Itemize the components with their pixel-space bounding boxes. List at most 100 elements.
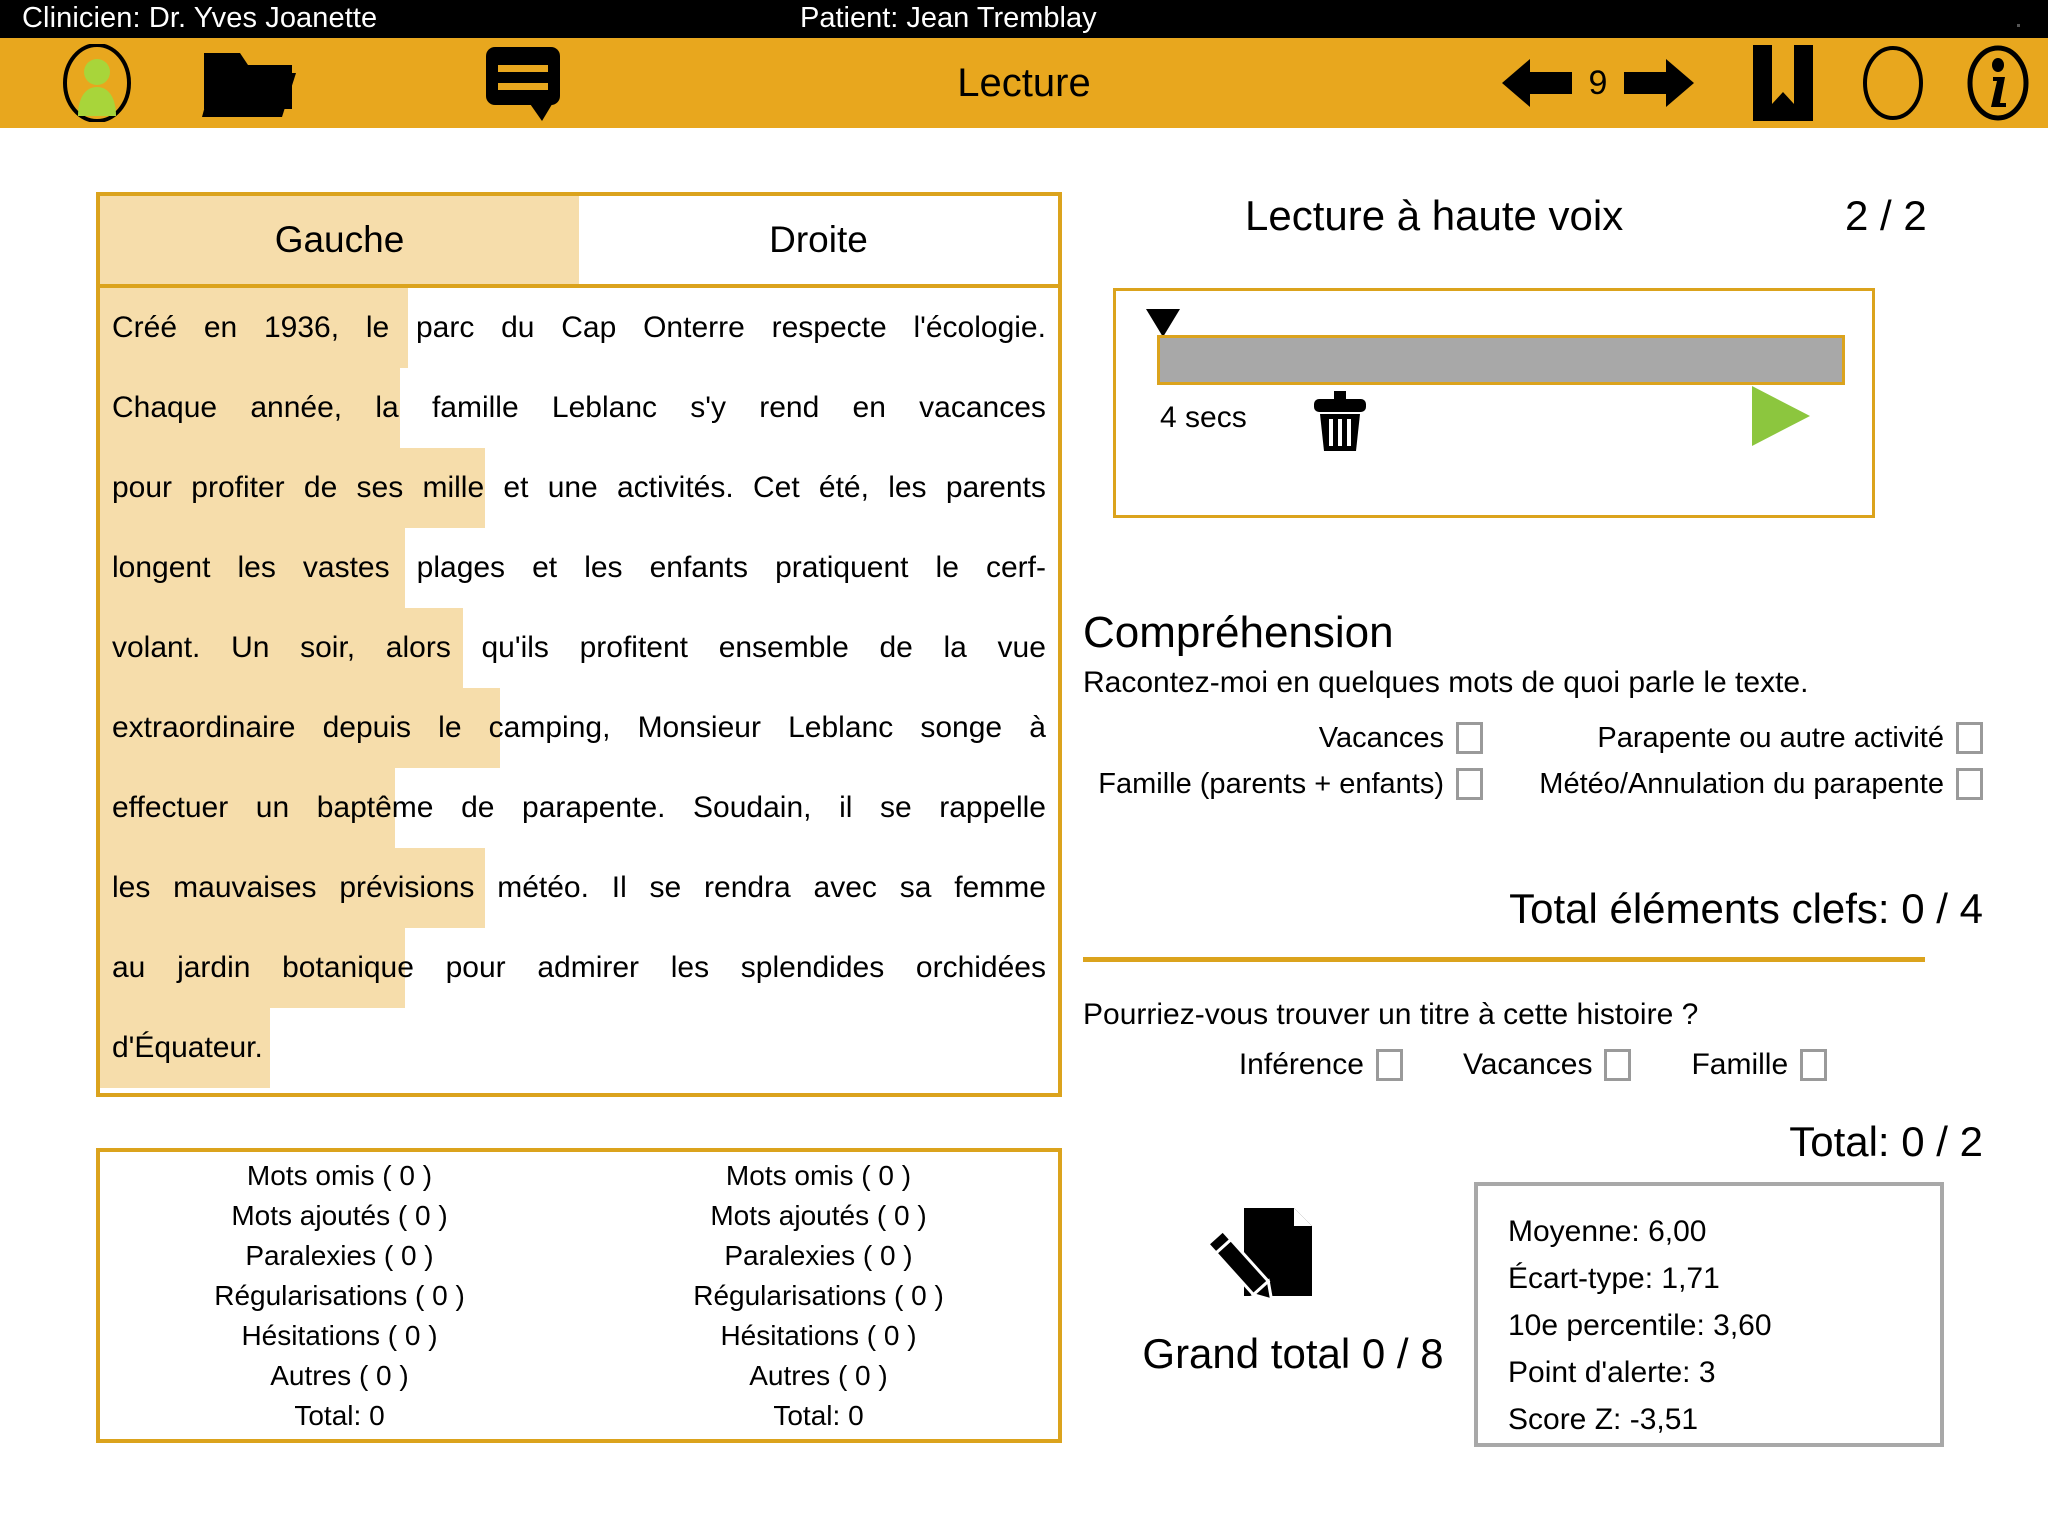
- key-element-label: Famille (parents + enfants): [1098, 768, 1444, 800]
- passage-line[interactable]: extraordinaire depuis le camping, Monsieur Le…: [100, 688, 1058, 768]
- playhead-caret-icon: [1146, 309, 1180, 337]
- audio-player: 4 secs: [1113, 288, 1875, 518]
- key-element-item[interactable]: Famille (parents + enfants): [1083, 761, 1483, 807]
- passage-line-text: longent les vastes plages et les enfants pratiq…: [112, 551, 1046, 584]
- waveform-track[interactable]: [1157, 335, 1845, 385]
- key-elements-total: Total éléments clefs: 0 / 4: [1509, 885, 1983, 932]
- status-bar: Clinicien: Dr. Yves Joanette Patient: Je…: [0, 0, 2048, 38]
- clinician-label: Clinicien: Dr. Yves Joanette: [22, 2, 378, 34]
- passage-line-text: les mauvaises prévisions météo. Il se rendra av…: [112, 871, 1046, 904]
- reading-text-panel: Gauche Droite Créé en 1936, le parc du Cap Onte…: [96, 192, 1062, 1097]
- tab-gauche[interactable]: Gauche: [100, 196, 579, 284]
- key-elements-row: Famille (parents + enfants) Météo/Annula…: [1083, 761, 1983, 807]
- passage-line-text: effectuer un baptême de parapente. Soudain, il…: [112, 791, 1046, 824]
- key-element-checkbox[interactable]: [1456, 722, 1483, 754]
- key-element-label: Parapente ou autre activité: [1597, 722, 1944, 754]
- play-recording-button[interactable]: [1746, 383, 1814, 454]
- user-avatar-icon: [63, 44, 131, 122]
- passage-line[interactable]: Chaque année, la famille Leblanc s'y rend en vac…: [100, 368, 1058, 448]
- count-row: Hésitations ( 0 ): [241, 1319, 438, 1351]
- clinician-notes-button[interactable]: [1205, 1200, 1318, 1309]
- key-elements-grid: Vacances Parapente ou autre activité Fam…: [1083, 715, 1983, 807]
- count-row: Total: 0: [773, 1399, 864, 1431]
- passage-line-text: extraordinaire depuis le camping, Monsieur Le…: [112, 711, 1046, 744]
- passage-line[interactable]: au jardin botanique pour admirer les splendide…: [100, 928, 1058, 1008]
- stat-row: Score Z: -3,51: [1508, 1403, 1699, 1436]
- title-option-item[interactable]: Vacances: [1463, 1048, 1632, 1082]
- count-row: Mots ajoutés ( 0 ): [231, 1199, 448, 1231]
- count-row: Mots omis ( 0 ): [725, 1159, 912, 1191]
- key-element-label: Météo/Annulation du parapente: [1539, 768, 1944, 800]
- title-option-item[interactable]: Famille: [1691, 1048, 1828, 1082]
- passage-line-text: au jardin botanique pour admirer les splendide…: [112, 951, 1046, 984]
- title-option-label: Inférence: [1238, 1048, 1364, 1081]
- title-option-checkbox[interactable]: [1604, 1049, 1632, 1081]
- key-element-checkbox[interactable]: [1456, 768, 1483, 800]
- title-options-row: Inférence Vacances Famille: [1083, 1048, 1983, 1082]
- count-row: Régularisations ( 0 ): [693, 1279, 944, 1311]
- count-row: Régularisations ( 0 ): [214, 1279, 465, 1311]
- open-file-button[interactable]: [195, 38, 305, 128]
- bookmark-button[interactable]: [1740, 38, 1826, 128]
- key-element-item[interactable]: Météo/Annulation du parapente: [1483, 761, 1983, 807]
- reading-aloud-counter: 2 / 2: [1845, 192, 1927, 239]
- passage-line[interactable]: volant. Un soir, alors qu'ils profitent ensemb…: [100, 608, 1058, 688]
- profile-button[interactable]: [52, 38, 142, 128]
- record-button[interactable]: [1850, 38, 1936, 128]
- passage-line-text: pour profiter de ses mille et une activités. Cet…: [112, 471, 1046, 504]
- side-tabs: Gauche Droite: [100, 196, 1058, 288]
- key-element-label: Vacances: [1318, 722, 1444, 754]
- norm-stats-box: Moyenne: 6,00 Écart-type: 1,71 10e percent…: [1474, 1182, 1944, 1447]
- info-icon: [1967, 45, 2029, 121]
- passage-text[interactable]: Créé en 1936, le parc du Cap Onterre respecte l'é…: [100, 288, 1058, 1097]
- note-pencil-icon: [1205, 1208, 1312, 1302]
- count-row: Paralexies ( 0 ): [245, 1239, 434, 1271]
- count-row: Hésitations ( 0 ): [720, 1319, 917, 1351]
- count-row: Autres ( 0 ): [749, 1359, 888, 1391]
- passage-line[interactable]: Créé en 1936, le parc du Cap Onterre respecte l'é…: [100, 288, 1058, 368]
- title-option-checkbox[interactable]: [1375, 1049, 1403, 1081]
- delete-recording-button[interactable]: [1312, 391, 1368, 458]
- reading-aloud-title: Lecture à haute voix: [1245, 192, 1624, 239]
- passage-line-text: volant. Un soir, alors qu'ils profitent ensemb…: [112, 631, 1046, 664]
- passage-line[interactable]: les mauvaises prévisions météo. Il se rendra av…: [100, 848, 1058, 928]
- patient-label: Patient: Jean Tremblay: [800, 2, 1097, 34]
- key-element-checkbox[interactable]: [1956, 722, 1983, 754]
- title-option-item[interactable]: Inférence: [1239, 1048, 1403, 1082]
- grand-total: Grand total 0 / 8: [1142, 1330, 1444, 1377]
- info-button[interactable]: [1955, 38, 2041, 128]
- counts-column-left: Mots omis ( 0 ) Mots ajoutés ( 0 ) Paralex…: [100, 1152, 579, 1439]
- passage-line[interactable]: d'Équateur.: [100, 1008, 1058, 1088]
- trash-icon: [1314, 391, 1366, 451]
- audio-duration: 4 secs: [1160, 401, 1247, 434]
- key-element-item[interactable]: Parapente ou autre activité: [1483, 715, 1983, 761]
- passage-line[interactable]: effectuer un baptême de parapente. Soudain, il…: [100, 768, 1058, 848]
- comprehension-title: Compréhension: [1083, 608, 1394, 657]
- comprehension-prompt: Racontez-moi en quelques mots de quoi pa…: [1083, 666, 1809, 699]
- record-circle-icon: [1863, 46, 1923, 120]
- count-row: Total: 0: [294, 1399, 385, 1431]
- title-question: Pourriez-vous trouver un titre à cette h…: [1083, 998, 1699, 1031]
- page-number: 9: [1588, 63, 1608, 102]
- key-element-item[interactable]: Vacances: [1083, 715, 1483, 761]
- passage-line-text: d'Équateur.: [112, 1031, 263, 1064]
- arrow-right-icon[interactable]: [1622, 57, 1696, 109]
- arrow-left-icon[interactable]: [1500, 57, 1574, 109]
- tab-droite[interactable]: Droite: [579, 196, 1058, 284]
- count-row: Autres ( 0 ): [270, 1359, 409, 1391]
- page-nav: 9: [1500, 38, 1696, 128]
- error-counts-panel: Mots omis ( 0 ) Mots ajoutés ( 0 ) Paralex…: [96, 1148, 1062, 1443]
- passage-line-text: Chaque année, la famille Leblanc s'y rend en vac…: [112, 391, 1046, 424]
- key-element-checkbox[interactable]: [1956, 768, 1983, 800]
- bookmark-icon: [1753, 45, 1813, 121]
- count-row: Mots omis ( 0 ): [246, 1159, 433, 1191]
- passage-line[interactable]: pour profiter de ses mille et une activités. Cet…: [100, 448, 1058, 528]
- stat-row: Moyenne: 6,00: [1508, 1215, 1707, 1248]
- speech-bubble-icon: [486, 47, 560, 121]
- title-option-checkbox[interactable]: [1800, 1049, 1828, 1081]
- passage-line[interactable]: longent les vastes plages et les enfants pratiq…: [100, 528, 1058, 608]
- app-toolbar: Lecture 9: [0, 38, 2048, 128]
- count-row: Paralexies ( 0 ): [724, 1239, 913, 1271]
- notes-button[interactable]: [475, 38, 575, 128]
- stat-row: Point d'alerte: 3: [1508, 1356, 1716, 1389]
